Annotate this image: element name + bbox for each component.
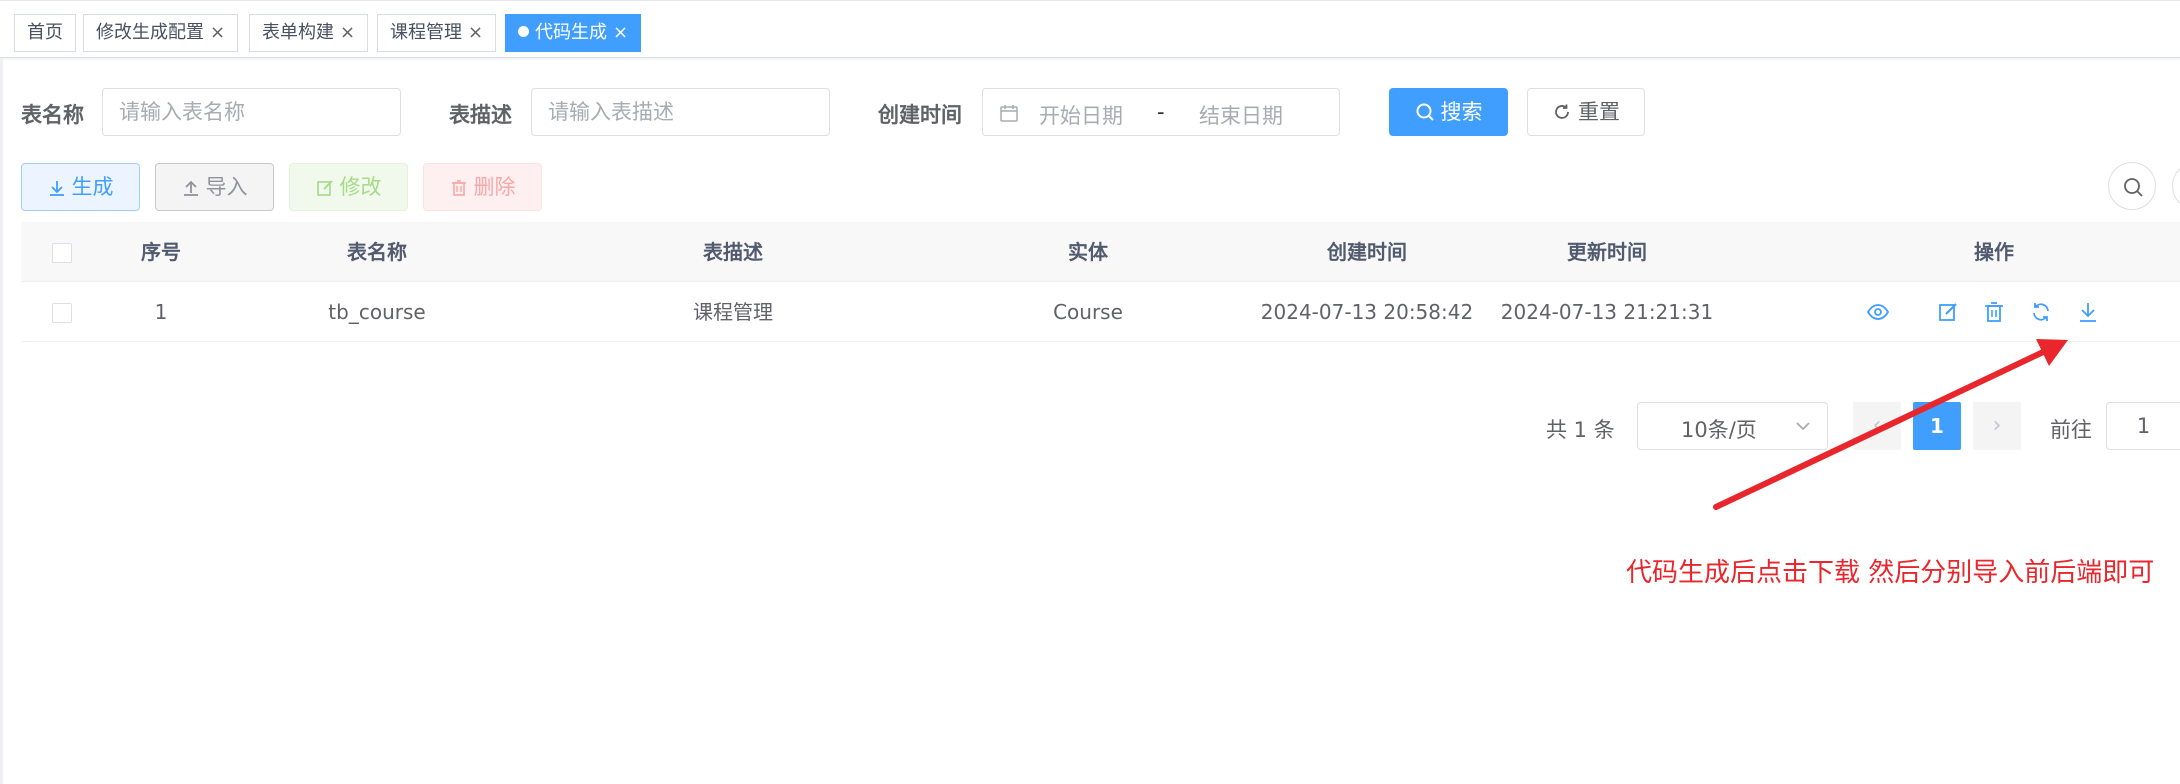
annotation-arrow bbox=[1713, 339, 2068, 510]
annotation-text: 代码生成后点击下载 然后分别导入前后端即可 bbox=[1626, 558, 2155, 588]
